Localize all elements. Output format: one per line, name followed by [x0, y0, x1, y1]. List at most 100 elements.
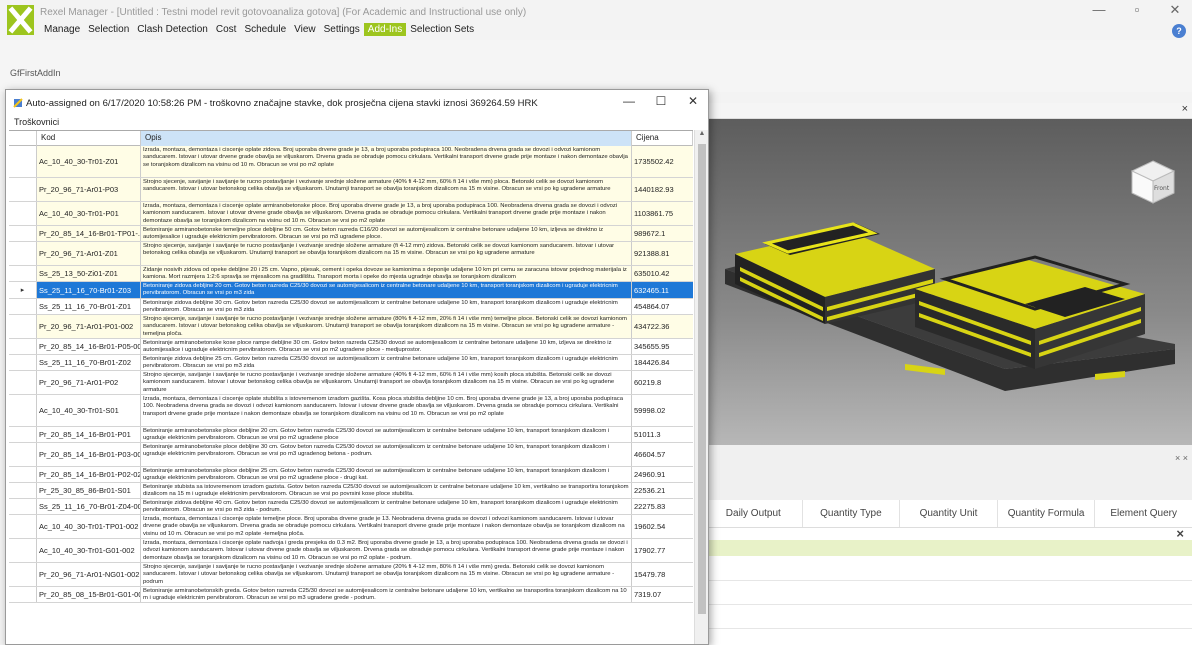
cell-opis[interactable]: Strojno sjecenje, savijanje i savijanje … — [141, 371, 632, 394]
cell-kod[interactable]: Pr_20_96_71-Ar01-P01-002 — [37, 315, 141, 338]
minimize-icon[interactable]: — — [1090, 2, 1108, 18]
column-header[interactable]: Daily Output — [705, 500, 802, 527]
column-header[interactable]: Quantity Unit — [899, 500, 997, 527]
cell-cijena[interactable]: 989672.1 — [632, 226, 693, 241]
cell-kod[interactable]: Pr_20_96_71-Ar01-Z01 — [37, 242, 141, 265]
cell-kod[interactable]: Pr_20_96_71-Ar01-P03 — [37, 178, 141, 201]
cell-kod[interactable]: Ac_10_40_30-Tr01-Z01 — [37, 146, 141, 177]
cell-opis[interactable]: Betoniranje armiranobetonske kose ploce … — [141, 339, 632, 354]
table-row[interactable]: Pr_20_85_14_16-Br01-P03-002 Betoniranje a… — [9, 443, 693, 467]
row-selector[interactable] — [9, 467, 37, 482]
cell-kod[interactable]: Pr_20_85_14_16-Br01-TP01-... — [37, 226, 141, 241]
row-selector[interactable] — [9, 146, 37, 177]
cell-cijena[interactable]: 22275.83 — [632, 499, 693, 514]
column-header[interactable]: Quantity Formula — [996, 500, 1095, 527]
maximize-icon[interactable]: ☐ — [652, 94, 670, 108]
row-selector[interactable] — [9, 242, 37, 265]
column-header[interactable]: Quantity Type — [801, 500, 900, 527]
viewcube-icon[interactable]: Front — [1130, 159, 1176, 205]
cell-opis[interactable]: Strojno sjecenje, savijanje i savijanje … — [141, 315, 632, 338]
table-row[interactable]: Ac_10_40_30-Tr01-Z01 Izrada, montaza, dem… — [9, 146, 693, 178]
table-row[interactable]: Pr_20_85_14_16-Br01-P01 Betoniranje armir… — [9, 427, 693, 443]
cell-kod[interactable]: Ac_10_40_30-Tr01-P01 — [37, 202, 141, 225]
column-header[interactable]: Element Query — [1094, 500, 1192, 527]
cell-cijena[interactable]: 15479.78 — [632, 563, 693, 586]
cell-kod[interactable]: Pr_20_96_71-Ar01-P02 — [37, 371, 141, 394]
table-row[interactable]: Pr_20_96_71-Ar01-Z01 Strojno sjecenje, sa… — [9, 242, 693, 266]
cell-cijena[interactable]: 60219.8 — [632, 371, 693, 394]
cell-opis[interactable]: Betoniranje zidova debljine 25 cm. Gotov… — [141, 355, 632, 370]
row-selector[interactable] — [9, 443, 37, 466]
cell-kod[interactable]: Pr_25_30_85_86-Br01-S01 — [37, 483, 141, 498]
cell-kod[interactable]: Pr_20_85_14_16-Br01-P02-02 — [37, 467, 141, 482]
cell-cijena[interactable]: 184426.84 — [632, 355, 693, 370]
quantity-selected-row[interactable] — [705, 540, 1192, 556]
row-selector[interactable] — [9, 226, 37, 241]
cell-cijena[interactable]: 635010.42 — [632, 266, 693, 281]
cell-kod[interactable]: Ac_10_40_30-Tr01-G01-002 — [37, 539, 141, 562]
cell-opis[interactable]: Betoniranje zidova debljine 40 cm. Gotov… — [141, 499, 632, 514]
row-selector[interactable] — [9, 299, 37, 314]
cell-kod[interactable]: Ss_25_11_16_70-Br01-Z03 — [37, 282, 141, 298]
row-selector[interactable] — [9, 587, 37, 602]
row-selector[interactable] — [9, 515, 37, 538]
row-selector[interactable] — [9, 355, 37, 370]
row-selector[interactable] — [9, 427, 37, 442]
cell-opis[interactable]: Betoniranje armiranobetonske temeljne pl… — [141, 226, 632, 241]
row-selector[interactable] — [9, 563, 37, 586]
table-row[interactable]: Pr_20_85_14_16-Br01-TP01-... Betoniranje … — [9, 226, 693, 242]
cell-opis[interactable]: Betoniranje zidova debljine 30 cm. Gotov… — [141, 299, 632, 314]
cell-opis[interactable]: Izrada, montaza, demontaza i ciscenje op… — [141, 395, 632, 426]
row-selector[interactable] — [9, 339, 37, 354]
cell-cijena[interactable]: 434722.36 — [632, 315, 693, 338]
maximize-icon[interactable]: ▫ — [1128, 2, 1146, 18]
table-row[interactable]: Pr_25_30_85_86-Br01-S01 Betoniranje stubi… — [9, 483, 693, 499]
cell-cijena[interactable]: 454864.07 — [632, 299, 693, 314]
cell-kod[interactable]: Pr_20_85_08_15-Br01-G01-002 — [37, 587, 141, 602]
cell-cijena[interactable]: 19602.54 — [632, 515, 693, 538]
table-row[interactable]: Pr_20_85_08_15-Br01-G01-002 Betoniranje a… — [9, 587, 693, 603]
row-selector[interactable] — [9, 202, 37, 225]
row-selector[interactable] — [9, 395, 37, 426]
menu-item[interactable]: Selection — [84, 23, 133, 36]
row-selector[interactable] — [9, 371, 37, 394]
cell-opis[interactable]: Izrada, montaza, demontaza i ciscenje op… — [141, 202, 632, 225]
cell-cijena[interactable]: 22536.21 — [632, 483, 693, 498]
cell-kod[interactable]: Ss_25_13_50-Zi01-Z01 — [37, 266, 141, 281]
cell-cijena[interactable]: 24960.91 — [632, 467, 693, 482]
row-selector[interactable] — [9, 315, 37, 338]
table-row[interactable]: Ac_10_40_30-Tr01-P01 Izrada, montaza, dem… — [9, 202, 693, 226]
cell-cijena[interactable]: 1735502.42 — [632, 146, 693, 177]
row-selector[interactable] — [9, 178, 37, 201]
cell-kod[interactable]: Ss_25_11_16_70-Br01-Z01 — [37, 299, 141, 314]
cell-opis[interactable]: Betoniranje stubista sa istovremenom izr… — [141, 483, 632, 498]
column-opis[interactable]: Opis — [141, 131, 632, 146]
cell-opis[interactable]: Betoniranje armiranobetonske ploce deblj… — [141, 443, 632, 466]
table-row[interactable]: Pr_20_96_71-Ar01-NG01-002 Strojno sjecenj… — [9, 563, 693, 587]
row-selector[interactable] — [9, 499, 37, 514]
close-icon[interactable]: ✕ — [684, 94, 702, 108]
addin-button[interactable]: GfFirstAddIn — [10, 68, 61, 78]
cell-cijena[interactable]: 921388.81 — [632, 242, 693, 265]
cell-opis[interactable]: Izrada, montaza, demontaza i ciscenje op… — [141, 515, 632, 538]
quantity-close-icon[interactable]: × — [1176, 526, 1184, 541]
building-model[interactable] — [705, 119, 1192, 445]
cell-cijena[interactable]: 7319.07 — [632, 587, 693, 602]
table-row[interactable]: Ac_10_40_30-Tr01-G01-002 Izrada, montaza,… — [9, 539, 693, 563]
cell-cijena[interactable]: 345655.95 — [632, 339, 693, 354]
cell-opis[interactable]: Zidanje nosivih zidova od opeke debljine… — [141, 266, 632, 281]
cell-opis[interactable]: Strojno sjecenje, savijanje i savijanje … — [141, 178, 632, 201]
scrollbar-thumb[interactable] — [698, 144, 706, 614]
cell-kod[interactable]: Pr_20_96_71-Ar01-NG01-002 — [37, 563, 141, 586]
cell-cijena[interactable]: 632465.11 — [632, 282, 693, 298]
menu-item[interactable]: Add-Ins — [363, 22, 407, 36]
cell-cijena[interactable]: 46604.57 — [632, 443, 693, 466]
cell-opis[interactable]: Izrada, montaza, demontaza i ciscenje op… — [141, 146, 632, 177]
table-row[interactable]: Ss_25_13_50-Zi01-Z01 Zidanje nosivih zido… — [9, 266, 693, 282]
table-row[interactable]: Ss_25_11_16_70-Br01-Z01 Betoniranje zidov… — [9, 299, 693, 315]
dialog-titlebar[interactable]: Auto-assigned on 6/17/2020 10:58:26 PM -… — [6, 90, 708, 116]
table-row[interactable]: Ss_25_11_16_70-Br01-Z04-002 Betoniranje z… — [9, 499, 693, 515]
minimize-icon[interactable]: — — [620, 94, 638, 108]
cell-kod[interactable]: Ss_25_11_16_70-Br01-Z02 — [37, 355, 141, 370]
panel-close-icon[interactable]: × × — [1175, 453, 1188, 463]
